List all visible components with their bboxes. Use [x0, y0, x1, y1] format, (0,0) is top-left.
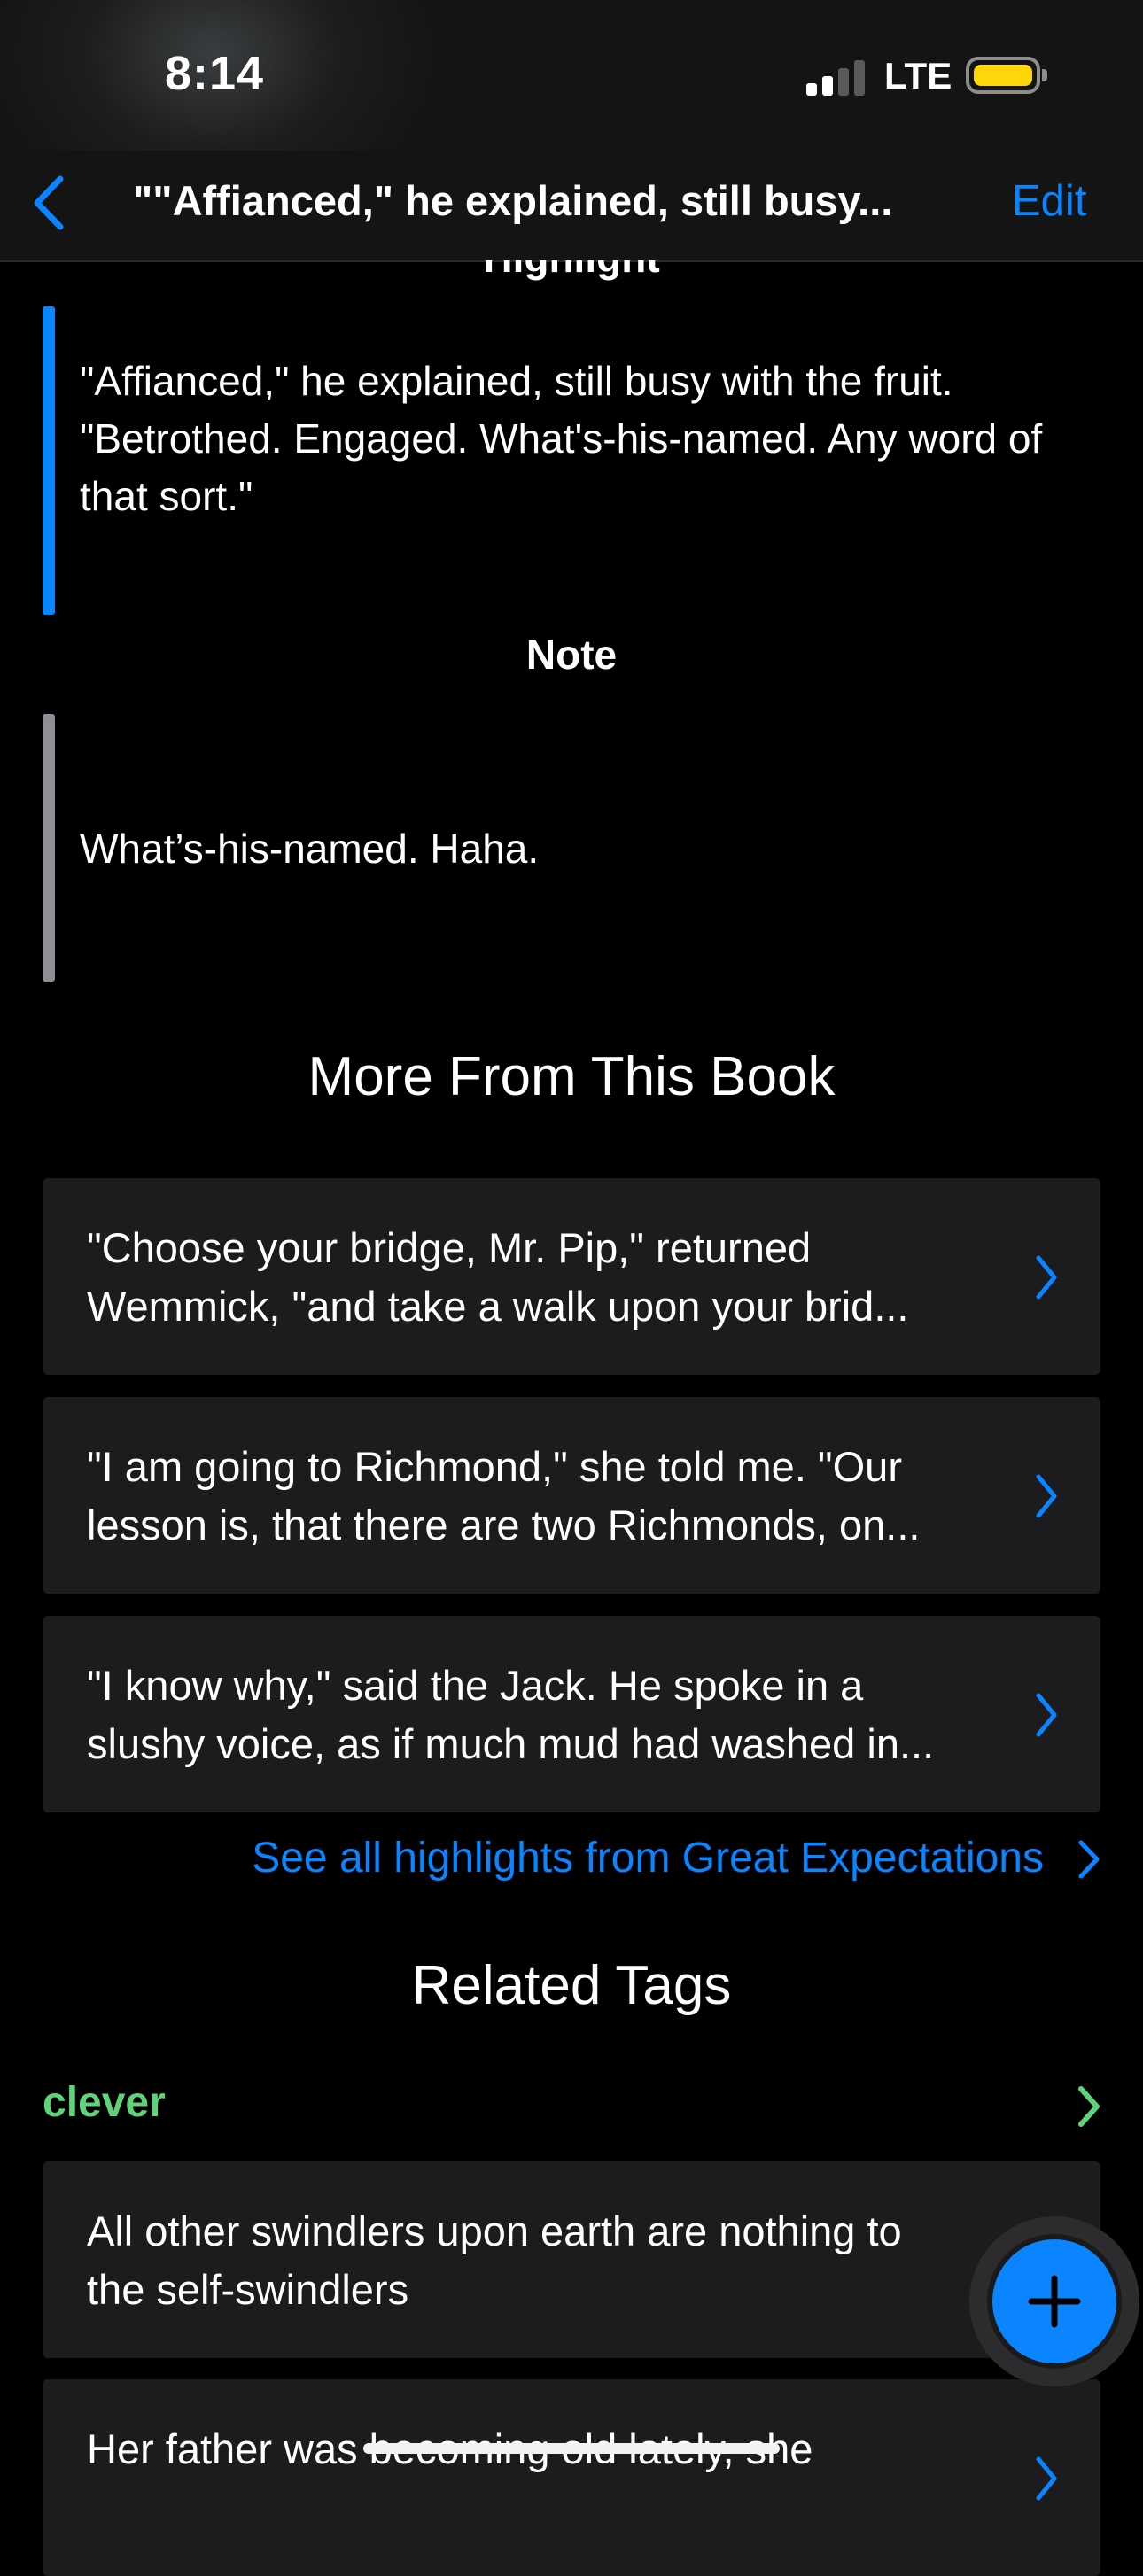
- chevron-right-icon[interactable]: [1076, 2083, 1102, 2130]
- note-heading: Note: [525, 632, 618, 678]
- list-item-text: "Choose your bridge, Mr. Pip," returned …: [87, 1224, 909, 1330]
- page-title: ""Affianced," he explained, still busy..…: [133, 177, 893, 224]
- add-button[interactable]: [987, 2234, 1122, 2369]
- note-text[interactable]: What’s-his-named. Haha.: [80, 822, 539, 875]
- highlight-heading: Highlight: [0, 260, 1143, 282]
- edit-button[interactable]: Edit: [1012, 174, 1086, 229]
- list-item-text: All other swindlers upon earth are nothi…: [87, 2207, 902, 2313]
- battery-tip: [1042, 69, 1047, 81]
- chevron-right-icon: [1036, 2456, 1057, 2501]
- related-tags-title: Related Tags: [411, 1955, 732, 2016]
- list-item[interactable]: "I know why," said the Jack. He spoke in…: [43, 1616, 1100, 1812]
- list-item[interactable]: "I am going to Richmond," she told me. "…: [43, 1397, 1100, 1594]
- more-from-book-title: More From This Book: [307, 1046, 836, 1107]
- list-item[interactable]: All other swindlers upon earth are nothi…: [43, 2161, 1100, 2358]
- signal-icon: [806, 58, 865, 96]
- network-label: LTE: [884, 55, 952, 97]
- chevron-left-icon[interactable]: [28, 174, 73, 232]
- plus-icon: [1028, 2275, 1081, 2328]
- tag-label-clever[interactable]: clever: [43, 2078, 166, 2127]
- chevron-right-icon: [1036, 1474, 1057, 1518]
- see-all-highlights-link[interactable]: See all highlights from Great Expectatio…: [0, 1832, 1044, 1885]
- home-indicator[interactable]: [363, 2443, 780, 2454]
- note-color-bar: [43, 714, 55, 982]
- chevron-right-icon: [1036, 1255, 1057, 1300]
- list-item-text: "I am going to Richmond," she told me. "…: [87, 1443, 921, 1548]
- status-time: 8:14: [165, 47, 265, 100]
- chevron-right-icon[interactable]: [1076, 1837, 1102, 1882]
- list-item-text: "I know why," said the Jack. He spoke in…: [87, 1662, 935, 1767]
- highlight-heading-container: Highlight: [0, 260, 1143, 282]
- battery-icon: [966, 57, 1040, 94]
- list-item[interactable]: Her father was becoming old lately, she: [43, 2379, 1100, 2576]
- chevron-right-icon: [1036, 1693, 1057, 1737]
- highlight-color-bar: [43, 306, 55, 615]
- highlight-text: "Affianced," he explained, still busy wi…: [80, 358, 1043, 519]
- list-item[interactable]: "Choose your bridge, Mr. Pip," returned …: [43, 1178, 1100, 1375]
